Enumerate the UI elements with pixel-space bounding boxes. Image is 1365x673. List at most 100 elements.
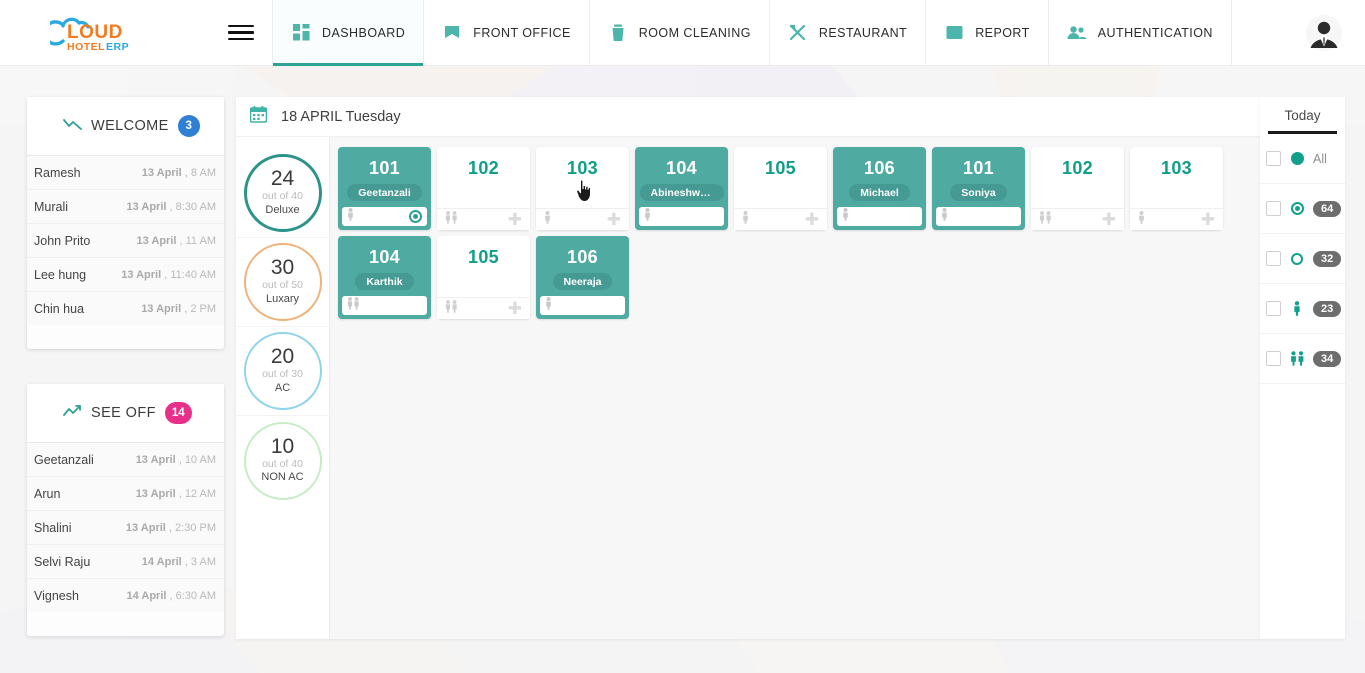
nav-item-dashboard[interactable]: DASHBOARD — [272, 0, 424, 66]
guest-time: 13 April , 2 PM — [141, 302, 216, 315]
capacity-cell[interactable]: 30 out of 50 Luxary — [236, 238, 329, 327]
capacity-outof: out of 50 — [262, 279, 303, 292]
filter-row-occupied[interactable]: 64 — [1260, 184, 1345, 234]
board-header: 18 APRIL Tuesday — [236, 97, 1260, 137]
single-person-icon — [347, 207, 354, 226]
hamburger-menu-button[interactable] — [210, 0, 272, 65]
tab-today[interactable]: Today — [1268, 100, 1337, 134]
welcome-count-badge: 3 — [177, 115, 200, 137]
single-person-icon — [1288, 301, 1306, 316]
room-card[interactable]: 103 ✚ — [1130, 147, 1223, 230]
add-booking-icon[interactable]: ✚ — [1201, 211, 1215, 228]
room-footer — [936, 207, 1021, 226]
nav-item-front-office[interactable]: FRONT OFFICE — [423, 0, 589, 65]
add-booking-icon[interactable]: ✚ — [508, 211, 522, 228]
room-card[interactable]: 106 Neeraja — [536, 236, 629, 319]
two-person-icon — [347, 296, 360, 315]
nav-item-room-cleaning[interactable]: ROOM CLEANING — [588, 0, 769, 65]
nav-label-dashboard: DASHBOARD — [322, 25, 406, 40]
capacity-cell[interactable]: 24 out of 40 Deluxe — [236, 149, 329, 238]
guest-time: 13 April , 2:30 PM — [125, 521, 216, 534]
list-item[interactable]: John Prito 13 April , 11 AM — [27, 223, 224, 257]
room-footer — [639, 207, 724, 226]
board-date-label: 18 APRIL Tuesday — [281, 108, 401, 125]
list-item[interactable]: Geetanzali 13 April , 10 AM — [27, 442, 224, 476]
room-number: 104 — [666, 158, 697, 178]
guest-name: John Prito — [34, 233, 91, 248]
room-guest-name: Neeraja — [552, 273, 613, 290]
single-person-icon — [544, 210, 551, 229]
room-card[interactable]: 101 Geetanzali — [338, 147, 431, 230]
nav-item-authentication[interactable]: AUTHENTICATION — [1047, 0, 1232, 65]
filter-row-double[interactable]: 34 — [1260, 334, 1345, 384]
welcome-panel: WELCOME 3 Ramesh 13 April , 8 AM Murali … — [27, 97, 224, 349]
room-number: 105 — [765, 158, 796, 178]
guest-name: Geetanzali — [34, 452, 94, 467]
guest-time: 14 April , 6:30 AM — [126, 589, 216, 602]
room-card[interactable]: 104 Karthik — [338, 236, 431, 319]
room-card[interactable]: 106 Michael — [833, 147, 926, 230]
guest-name: Selvi Raju — [34, 554, 91, 569]
add-booking-icon[interactable]: ✚ — [805, 211, 819, 228]
book-icon — [442, 23, 462, 43]
filter-row-vacant[interactable]: 32 — [1260, 234, 1345, 284]
room-number: 103 — [1161, 158, 1192, 178]
room-card[interactable]: 105 ✚ — [734, 147, 827, 230]
list-item[interactable]: Chin hua 13 April , 2 PM — [27, 291, 224, 325]
app-root: LOUD HOTEL ERP DASHBOARD FRONT OFFICE RO… — [0, 0, 1365, 673]
brand-logo[interactable]: LOUD HOTEL ERP — [0, 0, 210, 65]
capacity-cell[interactable]: 20 out of 30 AC — [236, 327, 329, 416]
filter-row-single[interactable]: 23 — [1260, 284, 1345, 334]
nav-label-report: REPORT — [975, 25, 1030, 40]
capacity-cell[interactable]: 10 out of 40 NON AC — [236, 416, 329, 505]
capacity-value: 30 — [270, 256, 295, 280]
guest-time: 13 April , 11:40 AM — [121, 268, 216, 281]
hamburger-icon — [228, 21, 254, 45]
filter-checkbox-occupied[interactable] — [1266, 201, 1281, 216]
user-avatar-icon — [1306, 14, 1342, 51]
hollow-dot-icon — [1288, 252, 1306, 265]
room-guest-name: Soniya — [950, 184, 1007, 201]
capacity-column: 24 out of 40 Deluxe 30 out of 50 Luxary … — [236, 137, 330, 639]
capacity-outof: out of 40 — [262, 457, 303, 470]
room-card[interactable]: 102 ✚ — [1031, 147, 1124, 230]
room-card[interactable]: 104 Abineshwari — [635, 147, 728, 230]
room-card[interactable]: 105 ✚ — [437, 236, 530, 319]
room-guest-name: Abineshwari — [639, 184, 724, 201]
guest-name: Vignesh — [34, 588, 79, 603]
filter-checkbox-all[interactable] — [1266, 151, 1281, 166]
room-card[interactable]: 103 ✚ — [536, 147, 629, 230]
occupied-dot-icon[interactable] — [409, 210, 422, 223]
room-footer: ✚ — [734, 208, 827, 230]
filter-checkbox-single[interactable] — [1266, 301, 1281, 316]
guest-name: Murali — [34, 199, 69, 214]
list-item[interactable]: Murali 13 April , 8:30 AM — [27, 189, 224, 223]
nav-item-report[interactable]: REPORT — [925, 0, 1048, 65]
room-card[interactable]: 101 Soniya — [932, 147, 1025, 230]
seeoff-panel-header: SEE OFF 14 — [27, 384, 224, 442]
svg-text:LOUD: LOUD — [67, 22, 123, 43]
nav-item-restaurant[interactable]: RESTAURANT — [768, 0, 925, 65]
list-item[interactable]: Vignesh 14 April , 6:30 AM — [27, 578, 224, 612]
filter-row-all[interactable]: All — [1260, 134, 1345, 184]
list-item[interactable]: Selvi Raju 14 April , 3 AM — [27, 544, 224, 578]
user-avatar-button[interactable] — [1283, 0, 1365, 65]
filter-checkbox-double[interactable] — [1266, 351, 1281, 366]
room-footer: ✚ — [1031, 208, 1124, 230]
nav-label-front-office: FRONT OFFICE — [473, 25, 571, 40]
filter-count-double: 34 — [1313, 350, 1342, 367]
add-booking-icon[interactable]: ✚ — [607, 211, 621, 228]
solid-dot-icon — [1288, 152, 1306, 165]
add-booking-icon[interactable]: ✚ — [508, 300, 522, 317]
add-booking-icon[interactable]: ✚ — [1102, 211, 1116, 228]
room-number: 102 — [1062, 158, 1093, 178]
list-item[interactable]: Arun 13 April , 12 AM — [27, 476, 224, 510]
list-item[interactable]: Lee hung 13 April , 11:40 AM — [27, 257, 224, 291]
room-card[interactable]: 102 ✚ — [437, 147, 530, 230]
list-item[interactable]: Ramesh 13 April , 8 AM — [27, 155, 224, 189]
capacity-outof: out of 40 — [262, 190, 303, 203]
filter-checkbox-vacant[interactable] — [1266, 251, 1281, 266]
capacity-label: Luxary — [265, 292, 300, 305]
list-item[interactable]: Shalini 13 April , 2:30 PM — [27, 510, 224, 544]
two-person-icon — [1288, 351, 1306, 366]
